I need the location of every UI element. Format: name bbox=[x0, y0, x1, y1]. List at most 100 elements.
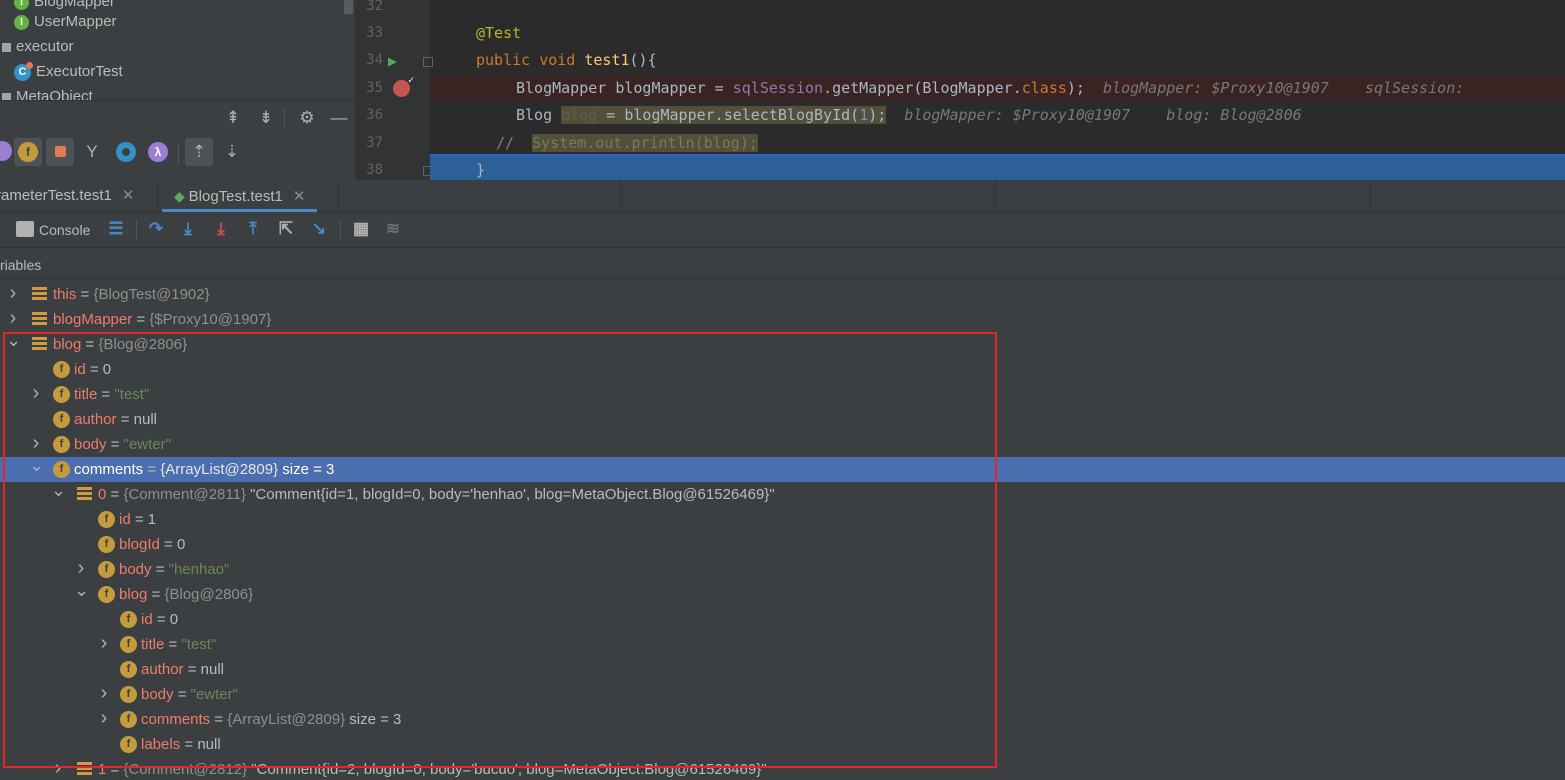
variable-name: id bbox=[141, 611, 153, 628]
chevron-down-icon[interactable]: ⌄ bbox=[6, 331, 21, 349]
variable-row[interactable]: f author = null bbox=[0, 657, 1565, 682]
equals-sign: = bbox=[97, 386, 115, 403]
variable-row[interactable]: › this = {BlogTest@1902} bbox=[0, 282, 1565, 307]
equals-sign: = bbox=[106, 761, 124, 778]
variable-row[interactable]: › f comments = {ArrayList@2809} size = 3 bbox=[0, 707, 1565, 732]
toolbar-divider bbox=[284, 109, 285, 129]
field-icon: f bbox=[18, 142, 38, 162]
equals-sign: = bbox=[152, 611, 170, 628]
tree-item-metaobject[interactable]: MetaObject bbox=[2, 84, 93, 100]
project-tree: I BlogMapper I UserMapper executor C Execut… bbox=[0, 0, 355, 100]
tree-item-executor[interactable]: executor bbox=[2, 34, 74, 59]
variable-row[interactable]: › f body = "ewter" bbox=[0, 432, 1565, 457]
chevron-down-icon[interactable]: ⌄ bbox=[74, 581, 89, 599]
tree-item-executortest[interactable]: C ExecutorTest bbox=[14, 59, 123, 84]
chevron-right-icon[interactable]: › bbox=[51, 757, 65, 779]
equals-sign: = bbox=[132, 311, 150, 328]
equals-sign: = bbox=[116, 411, 134, 428]
variable-row[interactable]: ⌄ f comments = {ArrayList@2809} size = 3 bbox=[0, 456, 1565, 482]
close-icon[interactable]: ✕ bbox=[293, 188, 306, 205]
close-icon[interactable]: ✕ bbox=[122, 187, 135, 204]
scroll-from-source-icon[interactable]: ⇣ bbox=[220, 140, 244, 164]
variable-value: 0 bbox=[176, 536, 186, 553]
variable-row[interactable]: f id = 1 bbox=[0, 507, 1565, 532]
variable-text: author = null bbox=[141, 657, 224, 682]
variable-extra: "Comment{id=2, blogId=0, body='bucuo', b… bbox=[247, 761, 767, 778]
chevron-down-icon[interactable]: ⌄ bbox=[29, 456, 44, 474]
variable-row[interactable]: f labels = null bbox=[0, 732, 1565, 757]
breakpoint-icon[interactable] bbox=[393, 75, 414, 97]
variable-row[interactable]: f id = 0 bbox=[0, 607, 1565, 632]
tab-parametertest[interactable]: rameterTest.test1 ✕ bbox=[0, 180, 134, 212]
step-out-icon[interactable]: ⤒ bbox=[242, 218, 264, 240]
chevron-right-icon[interactable]: › bbox=[97, 682, 111, 704]
step-into-icon[interactable]: ⤓ bbox=[177, 218, 199, 240]
field-icon: f bbox=[53, 411, 70, 428]
variable-text: comments = {ArrayList@2809} size = 3 bbox=[74, 457, 334, 482]
expand-all-icon[interactable]: ⇞ bbox=[221, 106, 245, 130]
chevron-right-icon[interactable]: › bbox=[6, 307, 20, 329]
variable-name: blog bbox=[119, 586, 148, 603]
run-test-icon[interactable]: ▶ bbox=[388, 52, 408, 70]
menu-icon[interactable]: ☰ bbox=[105, 218, 127, 240]
show-methods-icon[interactable] bbox=[0, 141, 12, 161]
equals-sign: = bbox=[151, 561, 169, 578]
editor-gutter[interactable]: 32 33 34 35 36 37 38 ▶ bbox=[355, 0, 433, 180]
chevron-right-icon[interactable]: › bbox=[97, 707, 111, 729]
lambda-icon[interactable]: λ bbox=[148, 142, 168, 162]
fold-icon[interactable] bbox=[423, 57, 433, 67]
chevron-right-icon[interactable]: › bbox=[74, 557, 88, 579]
chevron-right-icon[interactable]: › bbox=[29, 432, 43, 454]
equals-sign: = bbox=[76, 286, 94, 303]
variable-row[interactable]: f id = 0 bbox=[0, 357, 1565, 382]
code-editor[interactable]: 32 33 34 35 36 37 38 ▶ @Test public void… bbox=[355, 0, 1565, 180]
gear-icon[interactable]: ⚙ bbox=[295, 106, 319, 130]
inherited-icon[interactable]: Y bbox=[80, 140, 104, 164]
minimize-icon[interactable]: — bbox=[327, 106, 351, 130]
variable-row[interactable]: › f body = "henhao" bbox=[0, 557, 1565, 582]
variable-string-value: "test" bbox=[181, 636, 217, 653]
variable-name: id bbox=[74, 361, 86, 378]
equals-sign: = bbox=[85, 361, 103, 378]
tree-item-usermapper[interactable]: I UserMapper bbox=[14, 9, 117, 34]
collapse-all-icon[interactable]: ⇟ bbox=[254, 106, 278, 130]
field-icon: f bbox=[53, 436, 70, 453]
variable-row[interactable]: f author = null bbox=[0, 407, 1565, 432]
project-scrollbar[interactable] bbox=[344, 0, 353, 14]
variable-text: 0 = {Comment@2811} "Comment{id=1, blogId… bbox=[98, 482, 775, 507]
variable-row[interactable]: › f body = "ewter" bbox=[0, 682, 1565, 707]
variable-row[interactable]: f blogId = 0 bbox=[0, 532, 1565, 557]
chevron-right-icon[interactable]: › bbox=[6, 282, 20, 304]
field-icon: f bbox=[120, 661, 137, 678]
evaluate-expression-icon[interactable]: ▦ bbox=[350, 218, 372, 240]
variable-row[interactable]: › 1 = {Comment@2812} "Comment{id=2, blogI… bbox=[0, 757, 1565, 780]
chevron-down-icon[interactable]: ⌄ bbox=[51, 481, 66, 499]
variable-type: {BlogTest@1902} bbox=[93, 286, 210, 303]
console-tab[interactable]: Console bbox=[39, 212, 90, 248]
anonymous-class-icon[interactable] bbox=[116, 142, 136, 162]
variable-row[interactable]: ⌄ 0 = {Comment@2811} "Comment{id=1, blogI… bbox=[0, 481, 1565, 507]
variable-type: {Comment@2811} bbox=[123, 486, 246, 503]
variable-row[interactable]: › blogMapper = {$Proxy10@1907} bbox=[0, 307, 1565, 332]
variable-name: comments bbox=[74, 461, 144, 478]
lock-icon bbox=[55, 146, 66, 157]
run-to-cursor-icon[interactable]: ↘ bbox=[308, 218, 330, 240]
variable-row[interactable]: › f title = "test" bbox=[0, 632, 1565, 657]
field-icon: f bbox=[98, 511, 115, 528]
equals-sign: = bbox=[210, 711, 228, 728]
field-icon: f bbox=[120, 686, 137, 703]
line-number: 33 bbox=[366, 25, 383, 41]
chevron-right-icon[interactable]: › bbox=[29, 382, 43, 404]
variable-string-value: "ewter" bbox=[123, 436, 171, 453]
variable-row[interactable]: ⌄ f blog = {Blog@2806} bbox=[0, 581, 1565, 607]
force-step-into-icon[interactable]: ⤓ bbox=[210, 218, 232, 240]
chevron-right-icon[interactable]: › bbox=[97, 632, 111, 654]
variable-row[interactable]: › f title = "test" bbox=[0, 382, 1565, 407]
tab-blogtest[interactable]: ◆ BlogTest.test1 ✕ bbox=[162, 180, 318, 212]
step-over-icon[interactable]: ↷ bbox=[145, 218, 167, 240]
variables-tree[interactable]: › this = {BlogTest@1902} › blogMapper = {$P… bbox=[0, 282, 1565, 780]
drop-frame-icon[interactable]: ⇱ bbox=[275, 218, 297, 240]
variable-type: {Comment@2812} bbox=[123, 761, 248, 778]
variable-row[interactable]: ⌄ blog = {Blog@2806} bbox=[0, 331, 1565, 357]
trace-stream-icon[interactable]: ≋ bbox=[382, 218, 404, 240]
